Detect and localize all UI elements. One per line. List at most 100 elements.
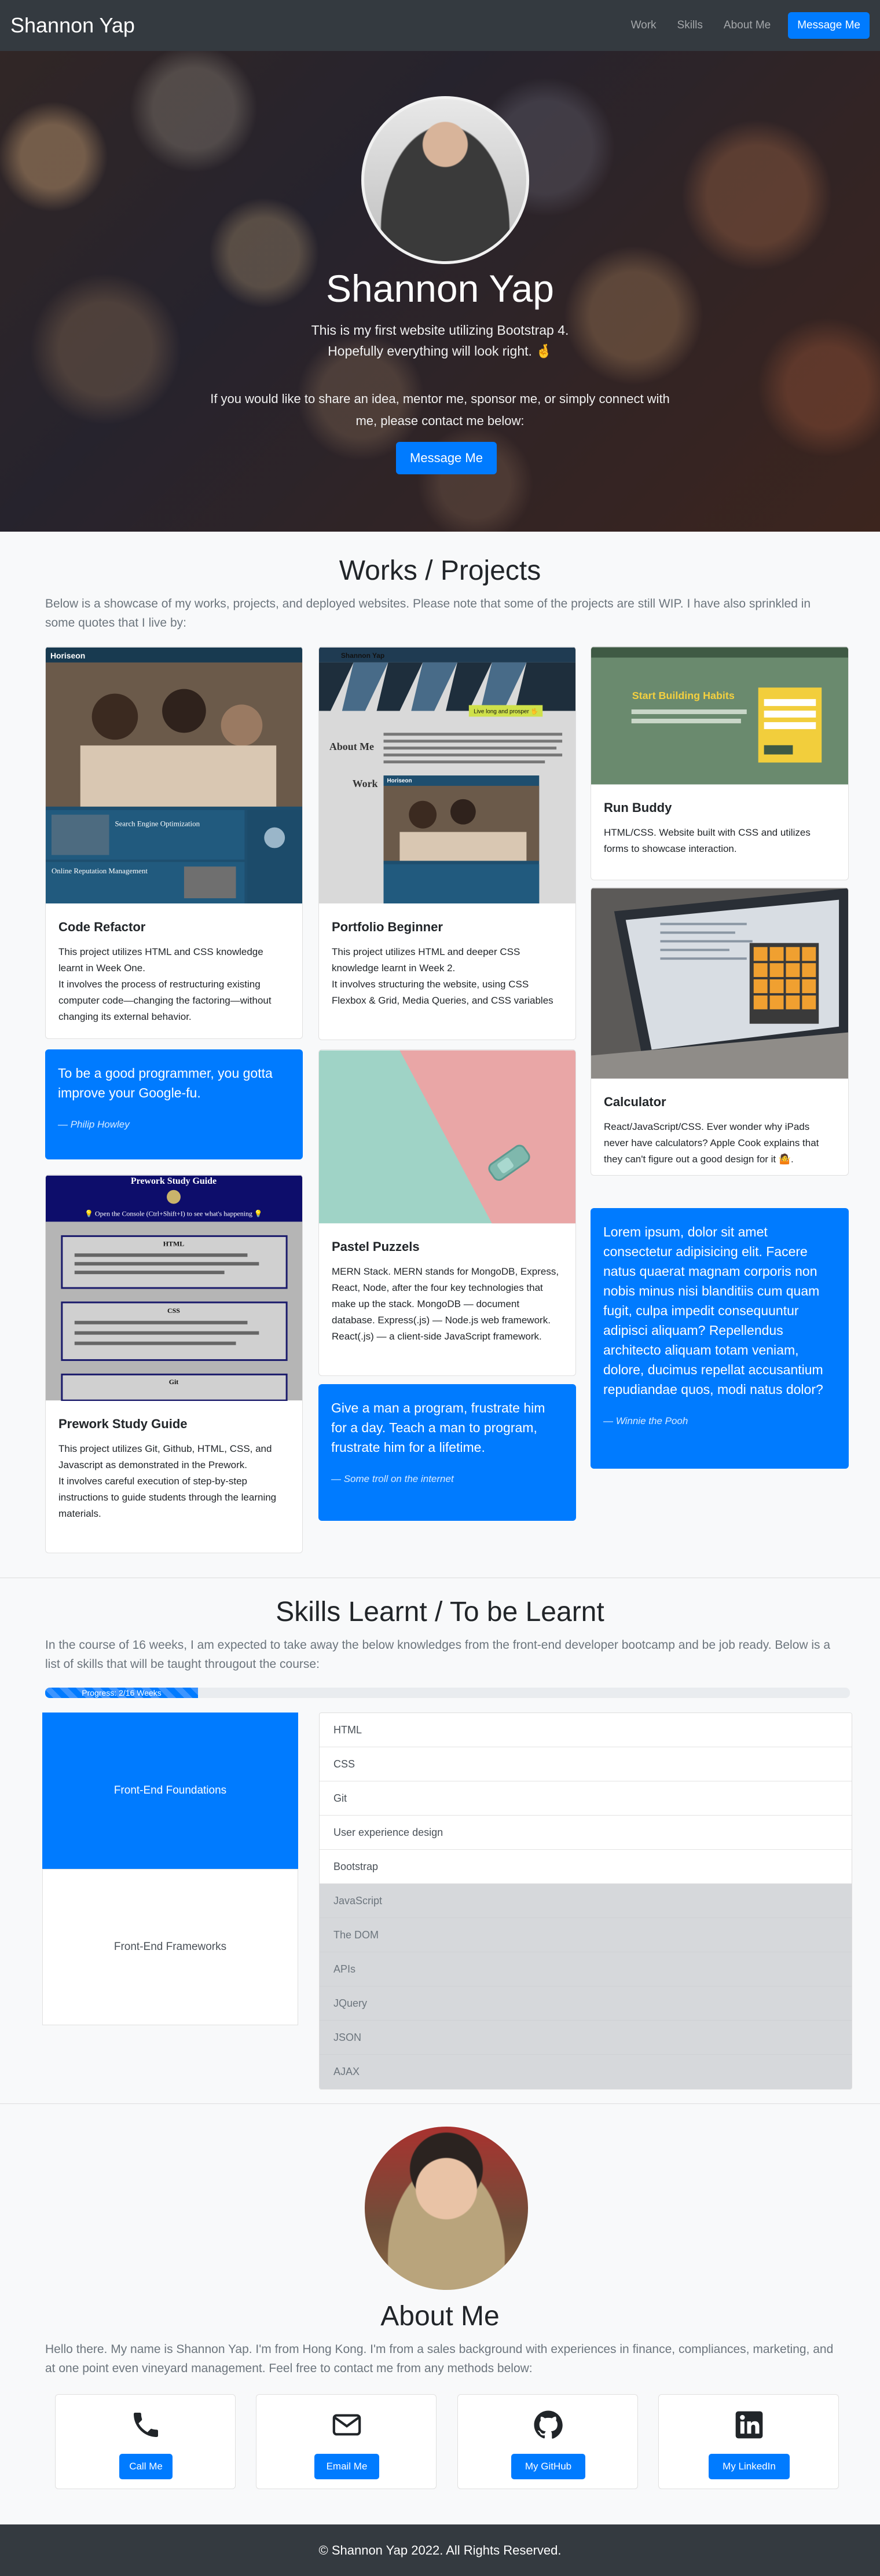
code-refactor-text: This project utilizes HTML and CSS knowl…	[58, 946, 272, 1022]
quote-text: Lorem ipsum, dolor sit amet consectetur …	[603, 1224, 823, 1397]
prework-text: This project utilizes Git, Github, HTML,…	[58, 1443, 277, 1519]
quote-frustrate: Give a man a program, frustrate him for …	[318, 1384, 576, 1521]
works-title: Works / Projects	[339, 555, 541, 586]
skills-lead: In the course of 16 weeks, I am expected…	[45, 1638, 831, 1671]
portfolio-image-about: About Me	[329, 741, 374, 752]
card-prework[interactable]: Prework Study Guide 💡 Open the Console (…	[45, 1174, 303, 1553]
hero-message-button[interactable]: Message Me	[396, 442, 497, 474]
navbar: Shannon Yap Work Skills About Me Message…	[0, 0, 880, 51]
prework-image-section-1: HTML	[163, 1239, 185, 1247]
run-buddy-text: HTML/CSS. Website built with CSS and uti…	[604, 827, 811, 854]
card-run-buddy[interactable]: Start Building Habits Run Buddy HTML/CSS…	[591, 646, 849, 880]
nav-links: Work Skills About Me Message Me	[621, 12, 870, 39]
portfolio-beginner-text: This project utilizes HTML and deeper CS…	[332, 946, 553, 1006]
run-buddy-image: Start Building Habits	[591, 647, 848, 785]
calculator-text: React/JavaScript/CSS. Ever wonder why iP…	[604, 1121, 819, 1165]
skills-tabs: Front-End Foundations Front-End Framewor…	[42, 1713, 298, 2025]
list-item: JQuery	[320, 1986, 852, 2021]
code-refactor-image-heading: Search Engine Optimization	[115, 819, 200, 828]
prework-image-section-2: CSS	[167, 1307, 180, 1315]
tab-front-end-foundations[interactable]: Front-End Foundations	[42, 1713, 298, 1869]
list-item: CSS	[320, 1747, 852, 1781]
list-item: Git	[320, 1781, 852, 1816]
call-me-button[interactable]: Call Me	[119, 2454, 173, 2479]
nav-link-skills[interactable]: Skills	[667, 19, 713, 32]
tab-front-end-frameworks[interactable]: Front-End Frameworks	[42, 1869, 298, 2025]
prework-image-console: 💡 Open the Console (Ctrl+Shift+I) to see…	[85, 1210, 263, 1218]
quote-lorem: Lorem ipsum, dolor sit amet consectetur …	[591, 1208, 849, 1469]
card-calculator[interactable]: Calculator React/JavaScript/CSS. Ever wo…	[591, 887, 849, 1176]
contact-card-github: My GitHub	[457, 2394, 638, 2489]
linkedin-icon	[735, 2411, 763, 2439]
list-item: User experience design	[320, 1816, 852, 1850]
quote-google-fu: To be a good programmer, you gotta impro…	[45, 1049, 303, 1159]
hero-tagline-2: Hopefully everything will look right. 🤞	[328, 343, 552, 358]
calculator-title: Calculator	[604, 1095, 666, 1109]
list-item: JSON	[320, 2021, 852, 2055]
prework-image: Prework Study Guide 💡 Open the Console (…	[46, 1175, 302, 1402]
progress-bar: Progress: 2/16 Weeks	[45, 1688, 850, 1698]
hero-contact-text: If you would like to share an idea, ment…	[210, 391, 670, 428]
about-title: About Me	[380, 2301, 500, 2332]
github-icon	[534, 2410, 563, 2439]
nav-link-about[interactable]: About Me	[713, 19, 781, 32]
quote-author: — Winnie the Pooh	[603, 1415, 688, 1426]
pastel-puzzels-title: Pastel Puzzels	[332, 1239, 420, 1254]
hero: Shannon Yap This is my first website uti…	[0, 51, 880, 532]
hero-avatar	[361, 96, 529, 264]
envelope-icon	[332, 2414, 361, 2436]
hero-tagline-1: This is my first website utilizing Boots…	[311, 323, 569, 338]
divider	[0, 2103, 880, 2104]
card-portfolio-beginner[interactable]: Shannon Yap Live long and prosper 🖖 Abou…	[318, 646, 576, 1040]
contact-card-phone: Call Me	[55, 2394, 236, 2489]
contact-card-email: Email Me	[256, 2394, 437, 2489]
list-item: AJAX	[320, 2055, 852, 2089]
portfolio-beginner-image: Shannon Yap Live long and prosper 🖖 Abou…	[319, 647, 575, 904]
list-item: The DOM	[320, 1918, 852, 1952]
code-refactor-image-heading-2: Online Reputation Management	[52, 866, 148, 875]
code-refactor-image-header: Horiseon	[50, 651, 85, 660]
contact-card-linkedin: My LinkedIn	[658, 2394, 839, 2489]
nav-message-button[interactable]: Message Me	[788, 12, 870, 39]
prework-image-section-3: Git	[169, 1378, 179, 1386]
calculator-image	[591, 888, 848, 1079]
code-refactor-image: Horiseon Search Engine Optimization Onli…	[46, 647, 302, 904]
works-lead: Below is a showcase of my works, project…	[45, 597, 811, 630]
nav-link-work[interactable]: Work	[621, 19, 667, 32]
portfolio-beginner-title: Portfolio Beginner	[332, 920, 443, 934]
pastel-puzzels-image	[319, 1050, 575, 1224]
quote-text: To be a good programmer, you gotta impro…	[58, 1066, 273, 1100]
about-avatar	[365, 2127, 528, 2290]
quote-text: Give a man a program, frustrate him for …	[331, 1400, 545, 1455]
brand[interactable]: Shannon Yap	[10, 13, 135, 38]
portfolio-image-banner: Live long and prosper 🖖	[474, 707, 538, 715]
card-pastel-puzzels[interactable]: Pastel Puzzels MERN Stack. MERN stands f…	[318, 1049, 576, 1376]
progress-fill: Progress: 2/16 Weeks	[45, 1688, 199, 1698]
hero-name: Shannon Yap	[326, 267, 554, 310]
skills-list: HTML CSS Git User experience design Boot…	[319, 1713, 852, 2090]
prework-title: Prework Study Guide	[58, 1417, 188, 1431]
prework-image-title: Prework Study Guide	[131, 1176, 217, 1186]
list-item: JavaScript	[320, 1884, 852, 1918]
linkedin-button[interactable]: My LinkedIn	[709, 2454, 790, 2479]
portfolio-image-mini-header: Horiseon	[387, 778, 412, 784]
run-buddy-title: Run Buddy	[604, 800, 672, 815]
quote-author: — Some troll on the internet	[331, 1473, 454, 1484]
footer: © Shannon Yap 2022. All Rights Reserved.	[0, 2524, 880, 2576]
run-buddy-image-title: Start Building Habits	[632, 690, 735, 701]
phone-icon	[134, 2413, 158, 2437]
email-me-button[interactable]: Email Me	[314, 2454, 379, 2479]
quote-author: — Philip Howley	[58, 1119, 130, 1130]
skills-title: Skills Learnt / To be Learnt	[276, 1597, 604, 1627]
about-text: Hello there. My name is Shannon Yap. I'm…	[45, 2343, 834, 2375]
hero-tagline: This is my first website utilizing Boots…	[0, 320, 880, 361]
github-button[interactable]: My GitHub	[511, 2454, 585, 2479]
portfolio-image-header: Shannon Yap	[341, 652, 384, 660]
list-item: APIs	[320, 1952, 852, 1986]
list-item: Bootstrap	[320, 1850, 852, 1884]
list-item: HTML	[320, 1713, 852, 1747]
pastel-puzzels-text: MERN Stack. MERN stands for MongoDB, Exp…	[332, 1266, 559, 1342]
portfolio-image-work: Work	[353, 778, 378, 789]
code-refactor-title: Code Refactor	[58, 920, 146, 934]
card-code-refactor[interactable]: Horiseon Search Engine Optimization Onli…	[45, 646, 303, 1039]
